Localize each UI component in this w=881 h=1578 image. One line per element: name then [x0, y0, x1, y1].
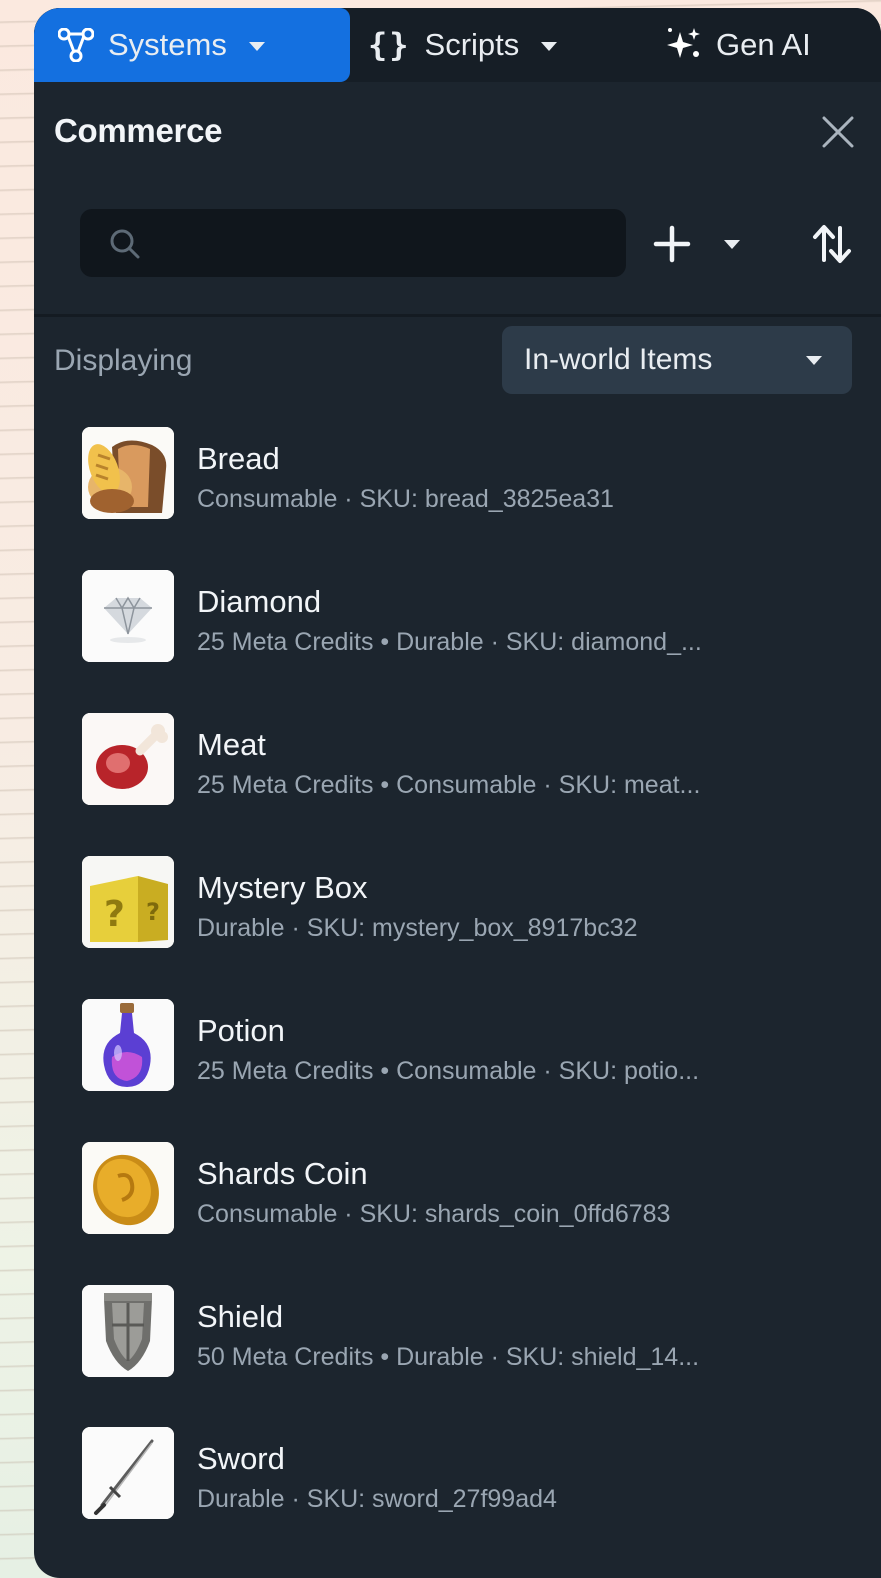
search-input[interactable]: [154, 209, 608, 279]
item-name: Shards Coin: [197, 1156, 368, 1191]
filter-selected-value: In-world Items: [524, 343, 713, 376]
panel-title: Commerce: [54, 112, 223, 149]
sword-icon: [82, 1427, 174, 1519]
commerce-panel: Systems {} Scripts Gen AI Commerce Displ…: [34, 8, 881, 1578]
list-item-meat[interactable]: Meat 25 Meta Credits • Consumable · SKU:…: [34, 699, 881, 841]
chevron-down-icon: [806, 356, 822, 365]
bread-icon: [82, 427, 174, 519]
tab-gen-ai-label: Gen AI: [716, 27, 811, 62]
list-item-shards-coin[interactable]: Shards Coin Consumable · SKU: shards_coi…: [34, 1128, 881, 1270]
svg-text:?: ?: [104, 894, 125, 935]
list-item-potion[interactable]: Potion 25 Meta Credits • Consumable · SK…: [34, 985, 881, 1127]
search-box[interactable]: [80, 209, 626, 279]
item-name: Diamond: [197, 584, 322, 619]
potion-icon: [82, 999, 174, 1091]
search-icon: [108, 227, 142, 266]
tab-systems[interactable]: Systems: [34, 8, 350, 82]
sort-icon: [813, 225, 851, 263]
item-name: Bread: [197, 441, 280, 476]
item-name: Sword: [197, 1441, 285, 1476]
item-name: Meat: [197, 727, 266, 762]
item-meta: Consumable · SKU: shards_coin_0ffd6783: [197, 1200, 671, 1228]
shield-icon: [82, 1285, 174, 1377]
item-meta: Durable · SKU: sword_27f99ad4: [197, 1485, 557, 1513]
item-meta: 25 Meta Credits • Consumable · SKU: meat…: [197, 771, 701, 799]
coin-icon: [82, 1142, 174, 1234]
mystery-box-icon: ? ?: [82, 856, 174, 948]
item-name: Mystery Box: [197, 870, 368, 905]
sparkle-icon: [664, 26, 702, 64]
chevron-down-icon: [541, 41, 558, 51]
add-dropdown-caret-icon[interactable]: [724, 240, 740, 249]
tab-scripts-label: Scripts: [424, 27, 520, 62]
top-tab-bar: Systems {} Scripts Gen AI: [34, 8, 881, 82]
meat-icon: [82, 713, 174, 805]
braces-icon: {}: [368, 26, 411, 64]
diamond-icon: [82, 570, 174, 662]
list-item-shield[interactable]: Shield 50 Meta Credits • Durable · SKU: …: [34, 1271, 881, 1413]
tab-gen-ai[interactable]: Gen AI: [664, 8, 811, 82]
sort-button[interactable]: [810, 222, 854, 266]
item-type-filter-dropdown[interactable]: In-world Items: [502, 326, 852, 394]
tab-systems-label: Systems: [108, 27, 227, 62]
list-item-bread[interactable]: Bread Consumable · SKU: bread_3825ea31: [34, 413, 881, 555]
list-item-diamond[interactable]: Diamond 25 Meta Credits • Durable · SKU:…: [34, 556, 881, 698]
divider: [34, 314, 881, 317]
item-name: Potion: [197, 1013, 285, 1048]
item-meta: 25 Meta Credits • Consumable · SKU: poti…: [197, 1057, 700, 1085]
close-icon: [822, 116, 854, 148]
add-button[interactable]: [652, 224, 692, 264]
item-meta: Durable · SKU: mystery_box_8917bc32: [197, 914, 638, 942]
svg-text:?: ?: [146, 898, 160, 926]
displaying-label: Displaying: [54, 344, 193, 377]
item-meta: Consumable · SKU: bread_3825ea31: [197, 485, 614, 513]
item-meta: 25 Meta Credits • Durable · SKU: diamond…: [197, 628, 702, 656]
plus-icon: [653, 225, 691, 263]
item-meta: 50 Meta Credits • Durable · SKU: shield_…: [197, 1343, 700, 1371]
list-item-sword[interactable]: Sword Durable · SKU: sword_27f99ad4: [34, 1413, 881, 1555]
item-name: Shield: [197, 1299, 284, 1334]
list-item-mystery-box[interactable]: ? ? Mystery Box Durable · SKU: mystery_b…: [34, 842, 881, 984]
chevron-down-icon: [248, 41, 265, 51]
systems-icon: [58, 28, 94, 62]
tab-scripts[interactable]: {} Scripts: [368, 8, 558, 82]
close-button[interactable]: [820, 114, 856, 150]
